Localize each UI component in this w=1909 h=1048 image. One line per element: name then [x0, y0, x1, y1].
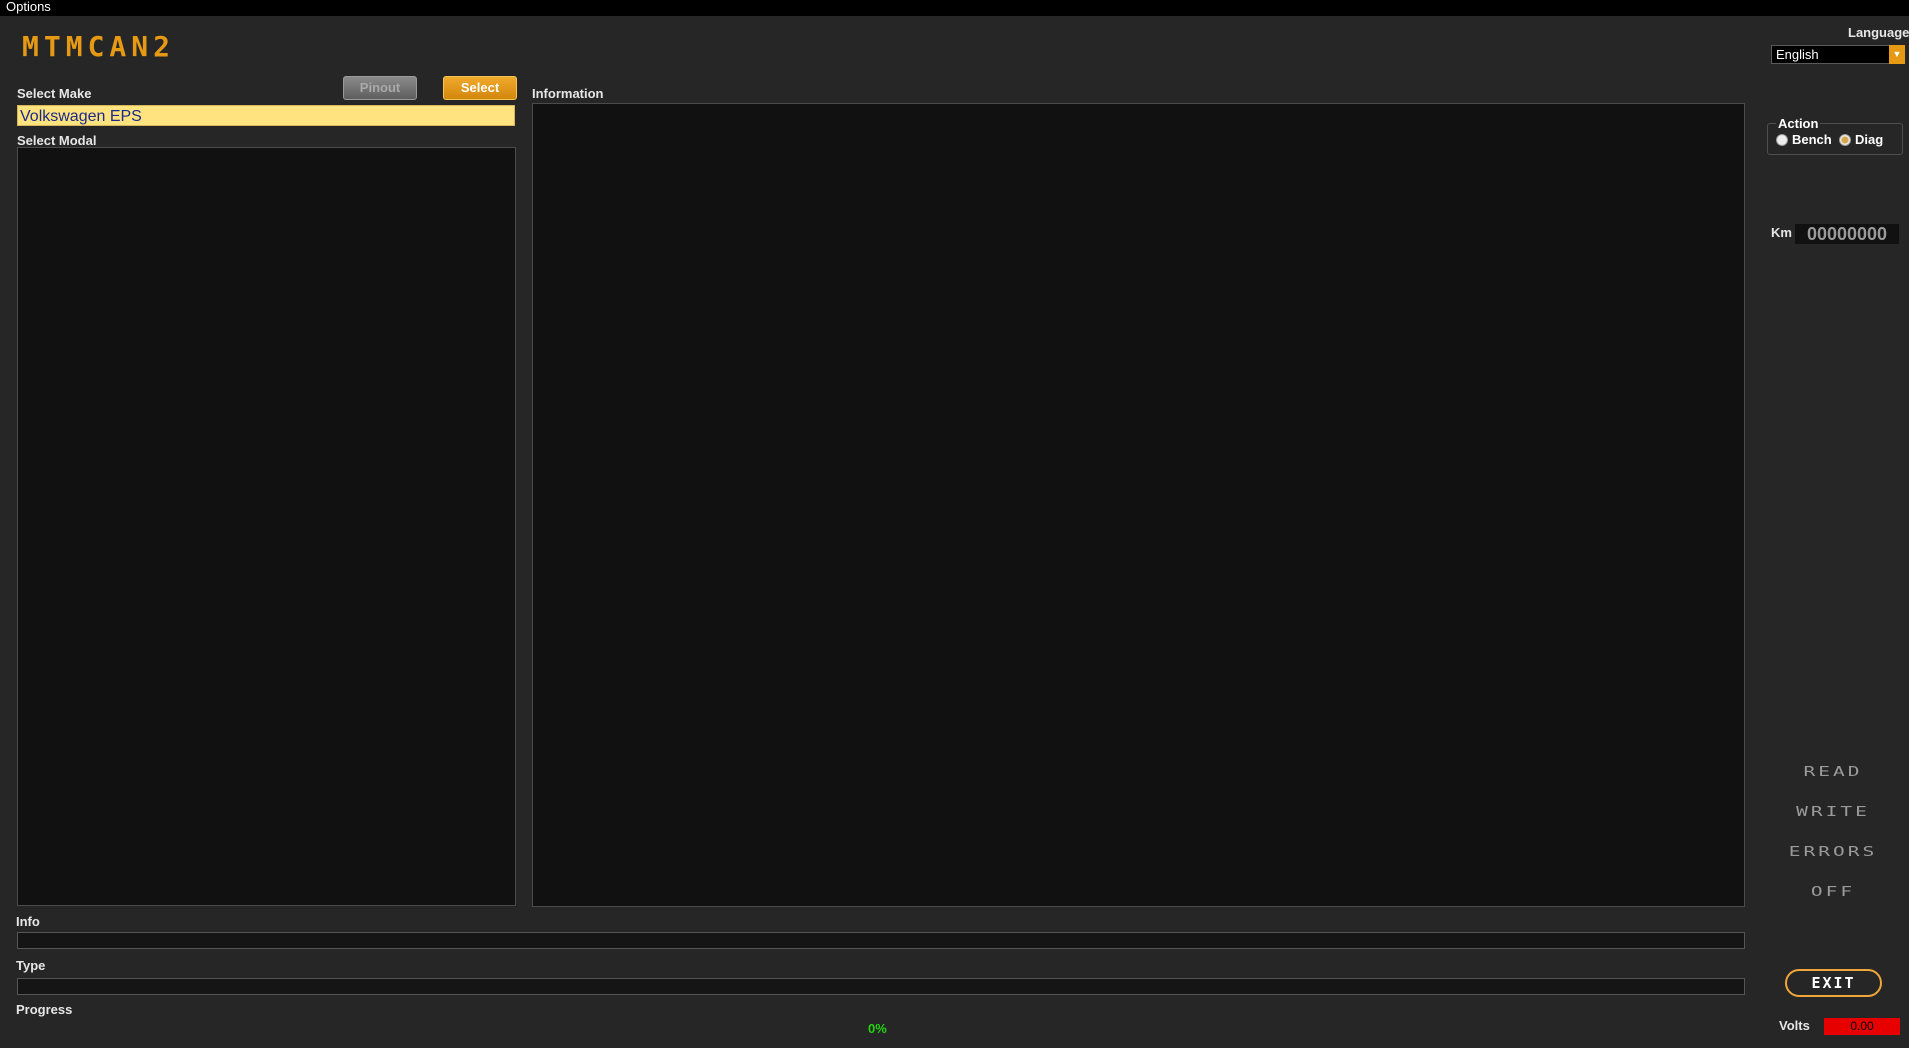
progress-value: 0%	[868, 1021, 887, 1036]
km-label: Km	[1771, 225, 1792, 240]
volts-value: 0.00	[1824, 1018, 1900, 1035]
write-button[interactable]: WRITE	[1736, 805, 1909, 820]
info-label: Info	[16, 914, 40, 929]
action-group: Action Bench Diag	[1767, 116, 1903, 155]
app-logo: MTMCAN2	[22, 30, 176, 63]
off-button[interactable]: OFF	[1736, 885, 1909, 900]
menu-bar: Options	[0, 0, 1909, 16]
type-label: Type	[16, 958, 46, 973]
language-selected: English	[1776, 47, 1819, 62]
bench-label[interactable]: Bench	[1792, 132, 1832, 147]
information-label: Information	[532, 86, 604, 101]
select-button[interactable]: Select	[443, 76, 517, 100]
menu-options[interactable]: Options	[6, 0, 51, 13]
info-bar	[17, 932, 1745, 949]
type-bar	[17, 978, 1745, 995]
diag-label[interactable]: Diag	[1855, 132, 1883, 147]
chevron-down-icon[interactable]: ▼	[1889, 45, 1905, 64]
exit-button[interactable]: EXIT	[1785, 969, 1882, 997]
km-field[interactable]: 00000000	[1795, 224, 1899, 244]
select-modal-label: Select Modal	[17, 133, 97, 148]
make-field[interactable]: Volkswagen EPS	[17, 105, 515, 126]
language-select[interactable]: English ▼	[1771, 45, 1905, 64]
volts-label: Volts	[1779, 1018, 1810, 1033]
select-make-label: Select Make	[17, 86, 92, 101]
errors-button[interactable]: ERRORS	[1736, 845, 1909, 860]
bench-radio[interactable]	[1776, 134, 1788, 146]
information-panel[interactable]	[532, 103, 1745, 907]
pinout-button[interactable]: Pinout	[343, 76, 417, 100]
action-label: Action	[1776, 116, 1821, 131]
diag-radio[interactable]	[1839, 134, 1851, 146]
read-button[interactable]: READ	[1736, 765, 1909, 780]
progress-label: Progress	[16, 1002, 73, 1017]
modal-list[interactable]	[17, 147, 516, 906]
language-label: Language	[1848, 25, 1909, 40]
